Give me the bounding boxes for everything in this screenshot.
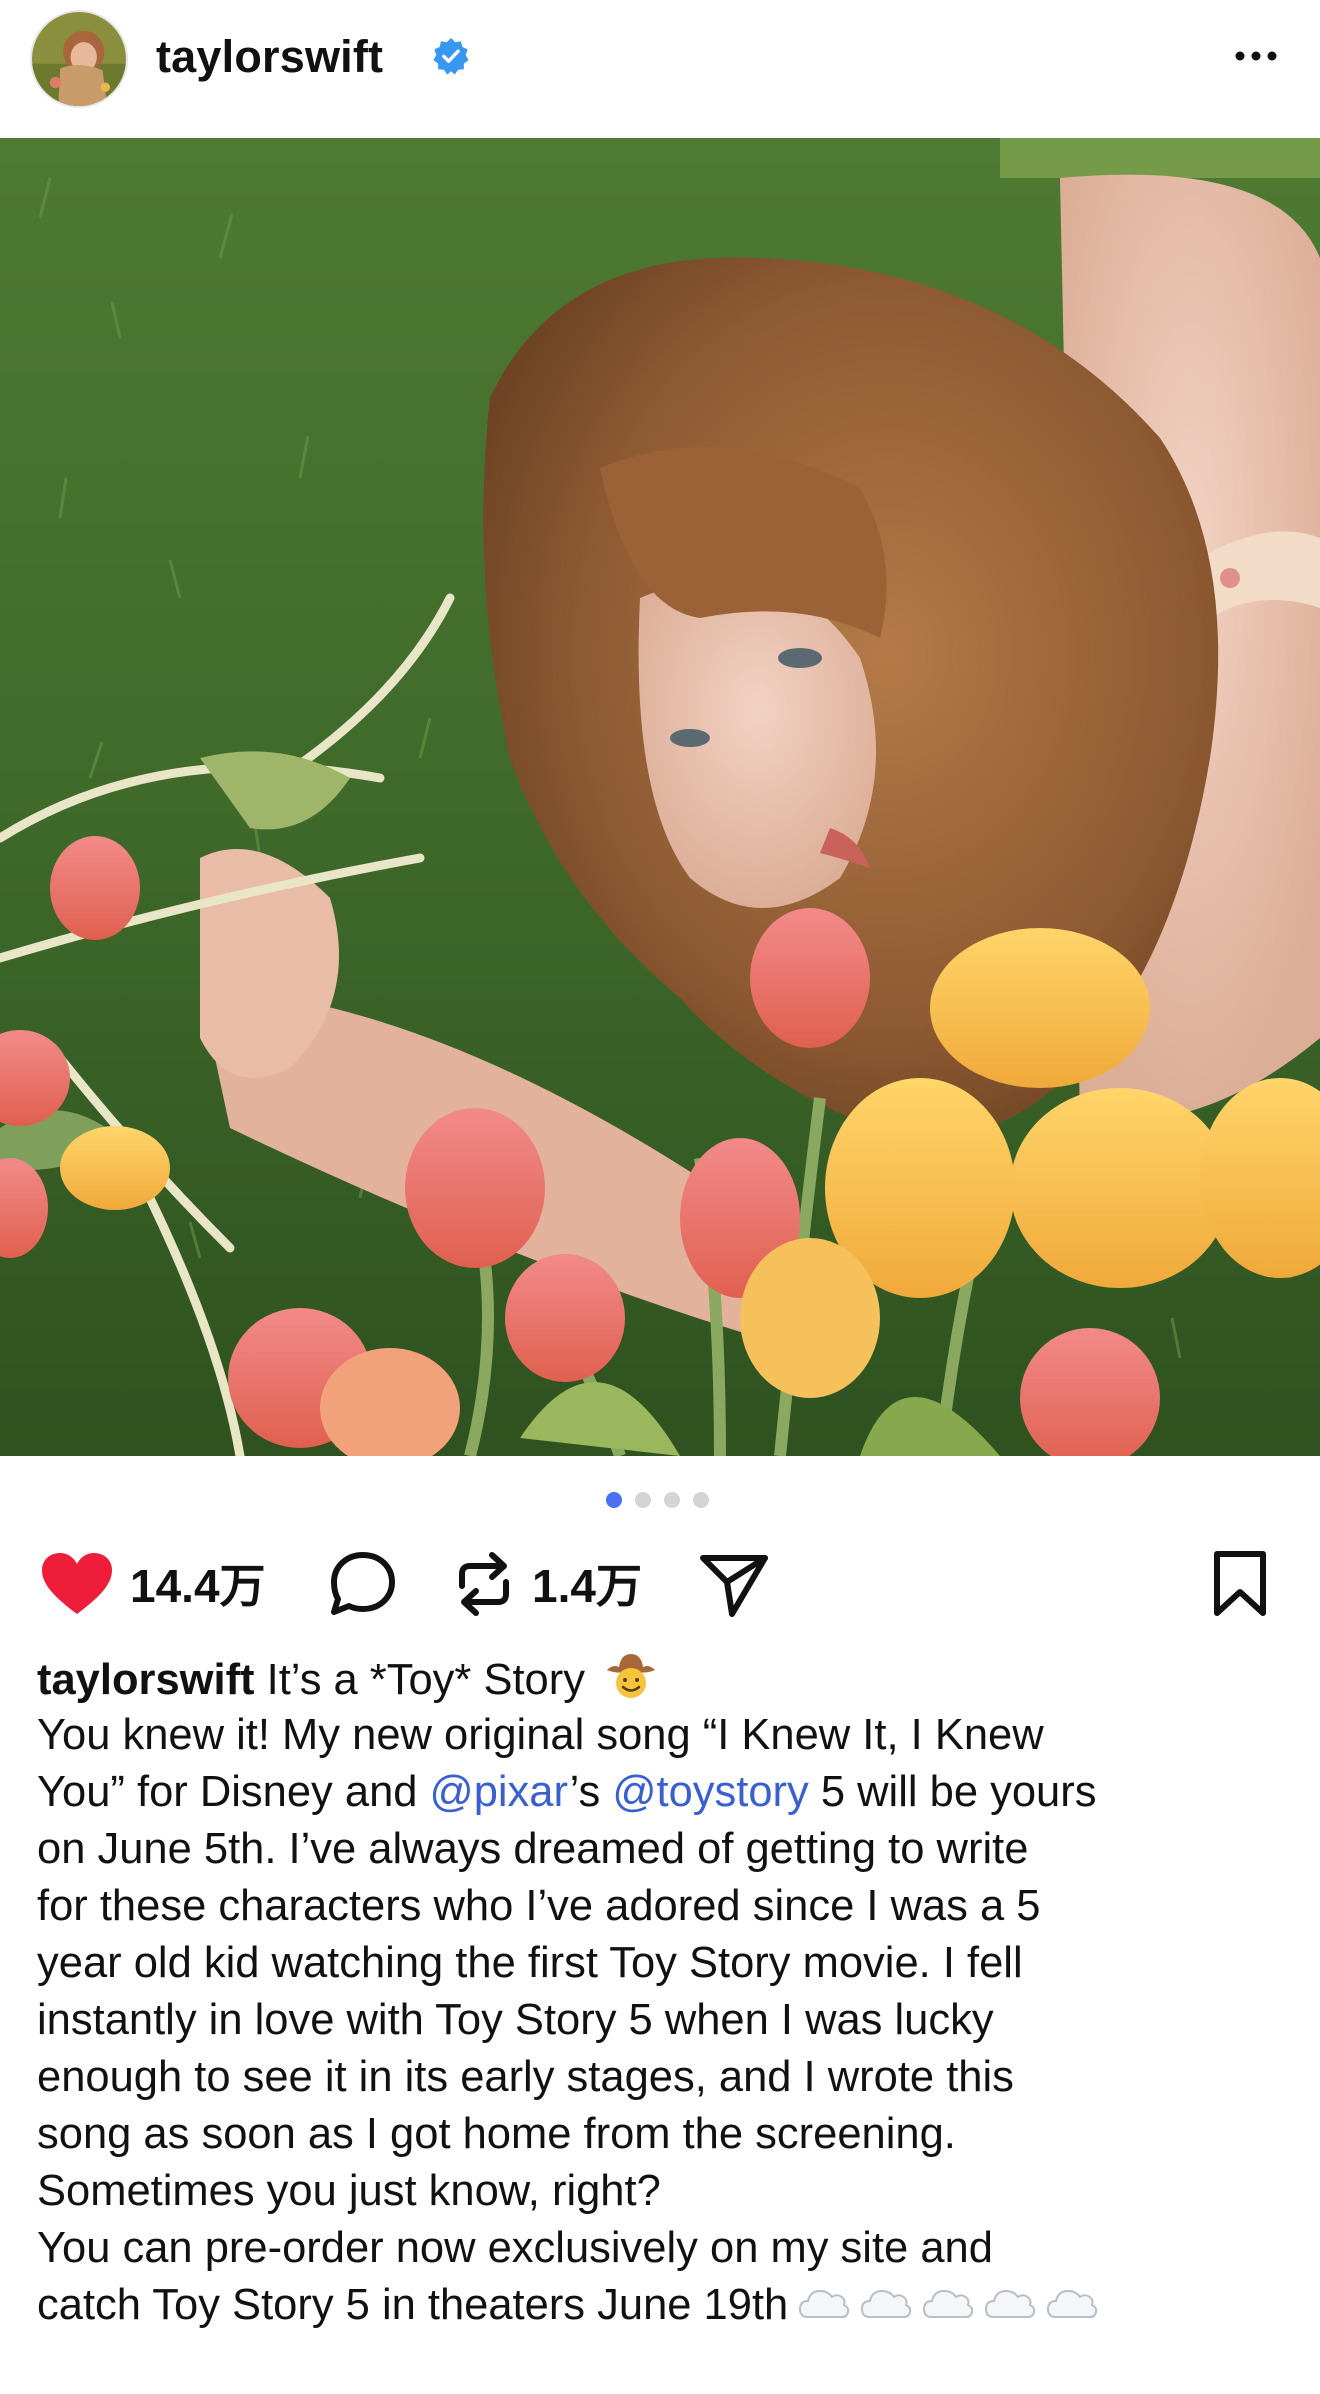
cowboy-face-emoji xyxy=(607,1654,656,1698)
bookmark-icon[interactable] xyxy=(1212,1550,1268,1618)
profile-avatar[interactable] xyxy=(30,10,128,108)
caption-line-10: You can pre-order now exclusively on my … xyxy=(37,2224,993,2272)
comment-bubble-icon[interactable] xyxy=(328,1550,398,1618)
caption-line-6: instantly in love with Toy Story 5 when … xyxy=(37,1996,994,2044)
caption-line-7: enough to see it in its early stages, an… xyxy=(37,2053,1014,2101)
carousel-dot-3 xyxy=(664,1492,680,1508)
cloud-emoji-group xyxy=(788,2281,1098,2329)
post-header: taylorswift xyxy=(0,0,1320,138)
repost-count[interactable]: 1.4万 xyxy=(532,1558,642,1614)
post-photo[interactable] xyxy=(0,138,1320,1456)
caption-title-line: taylorswift It’s a *Toy* Story xyxy=(37,1650,1297,1707)
share-send-icon[interactable] xyxy=(698,1552,770,1618)
caption-title: It’s a *Toy* Story xyxy=(266,1656,585,1704)
cloud-emoji xyxy=(799,2289,850,2318)
caption-line-2-part-5: 5 will be yours xyxy=(808,1768,1097,1816)
cloud-emoji xyxy=(923,2289,974,2318)
cloud-emoji xyxy=(861,2289,912,2318)
caption-line-5: year old kid watching the first Toy Stor… xyxy=(37,1939,1023,1987)
caption-line-2-part-3: ’s xyxy=(569,1768,613,1816)
post-caption: taylorswift It’s a *Toy* Story You knew … xyxy=(37,1650,1297,2334)
post-username[interactable]: taylorswift xyxy=(156,28,383,86)
avatar-image xyxy=(32,12,126,106)
like-count[interactable]: 14.4万 xyxy=(130,1558,266,1614)
heart-filled-icon[interactable] xyxy=(40,1552,114,1616)
mention-pixar[interactable]: @pixar xyxy=(430,1768,570,1816)
carousel-dot-2 xyxy=(635,1492,651,1508)
mention-toystory[interactable]: @toystory xyxy=(612,1768,808,1816)
caption-username[interactable]: taylorswift xyxy=(37,1656,255,1704)
post-photo-image xyxy=(0,138,1320,1456)
verified-badge-icon xyxy=(433,37,469,75)
caption-line-11: catch Toy Story 5 in theaters June 19th xyxy=(37,2277,1297,2334)
caption-line-2: You” for Disney and @pixar’s @toystory 5… xyxy=(37,1764,1297,1821)
cloud-emoji xyxy=(1047,2289,1098,2318)
more-dots-icon[interactable] xyxy=(1230,36,1282,76)
caption-line-4: for these characters who I’ve adored sin… xyxy=(37,1882,1041,1930)
caption-line-8: song as soon as I got home from the scre… xyxy=(37,2110,956,2158)
carousel-indicator xyxy=(0,1492,1320,1508)
repost-icon[interactable] xyxy=(452,1550,516,1618)
carousel-dot-1 xyxy=(606,1492,622,1508)
caption-line-9: Sometimes you just know, right? xyxy=(37,2167,661,2215)
caption-line-2-part-1: You” for Disney and xyxy=(37,1768,430,1816)
caption-line-1: You knew it! My new original song “I Kne… xyxy=(37,1711,1044,1759)
caption-line-11-text: catch Toy Story 5 in theaters June 19th xyxy=(37,2281,789,2329)
carousel-dot-4 xyxy=(693,1492,709,1508)
caption-line-3: on June 5th. I’ve always dreamed of gett… xyxy=(37,1825,1029,1873)
action-bar: 14.4万 1.4万 xyxy=(0,1548,1320,1620)
cloud-emoji xyxy=(985,2289,1036,2318)
